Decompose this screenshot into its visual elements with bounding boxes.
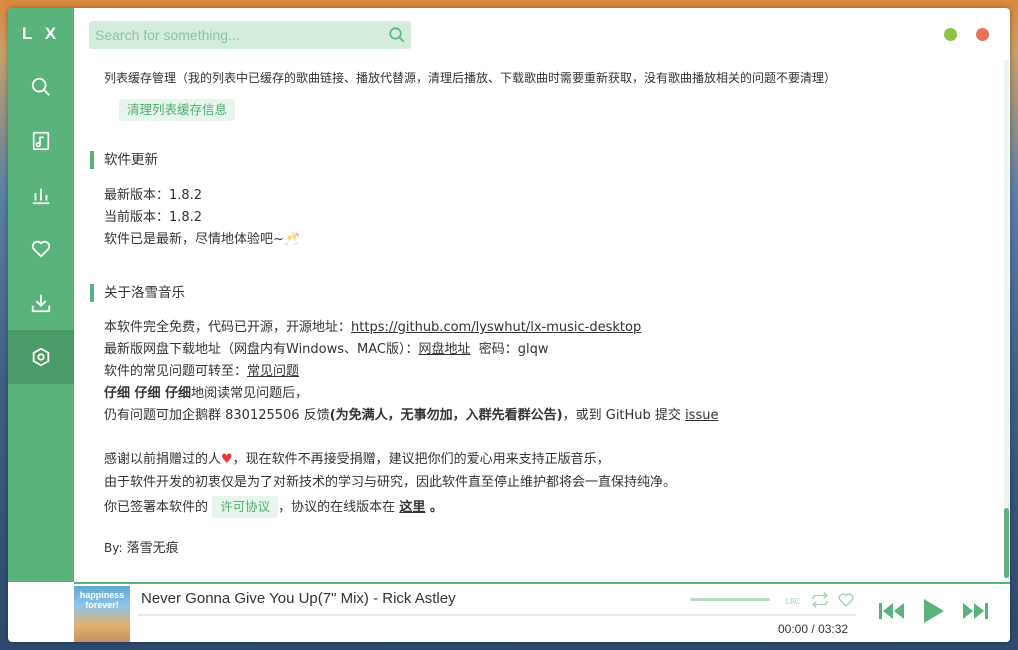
license-line: 你已签署本软件的 许可协议 ，协议的在线版本在 这里 。 — [104, 496, 443, 518]
progress-bar[interactable] — [138, 614, 856, 616]
section-title-about: 关于洛雪音乐 — [90, 284, 185, 302]
app-logo: L X — [21, 24, 61, 43]
volume-slider[interactable] — [690, 598, 770, 601]
album-cover[interactable]: happiness forever! — [74, 586, 130, 642]
license-online-link[interactable]: 这里 — [399, 500, 425, 515]
github-link[interactable]: https://github.com/lyswhut/lx-music-desk… — [351, 320, 641, 335]
about-line-feedback: 仍有问题可加企鹅群 830125506 反馈(为免满人，无事勿加，入群先看群公告… — [104, 406, 718, 426]
sidebar-item-my-list[interactable] — [8, 222, 74, 276]
search-icon — [31, 77, 50, 96]
update-status: 软件已是最新，尽情地体验吧~🥂 — [104, 232, 301, 247]
license-text: 。 — [425, 500, 443, 515]
section-title-update: 软件更新 — [90, 151, 158, 169]
repeat-icon[interactable] — [811, 591, 829, 609]
issue-link[interactable]: issue — [685, 408, 718, 423]
sidebar-item-leaderboard[interactable] — [8, 168, 74, 222]
search-icon — [389, 27, 405, 43]
netdisk-link[interactable]: 网盘地址 — [419, 342, 471, 357]
music-file-icon — [32, 131, 50, 151]
settings-icon — [32, 347, 50, 367]
top-bar — [74, 8, 1010, 60]
sidebar-item-settings[interactable] — [8, 330, 74, 384]
author-line: By: 落雪无痕 — [104, 538, 179, 559]
bar-chart-icon — [32, 188, 50, 205]
scrollbar-thumb[interactable] — [1004, 508, 1009, 578]
close-button[interactable] — [976, 28, 989, 41]
player-bar: happiness forever! Never Gonna Give You … — [74, 582, 1010, 642]
previous-icon[interactable] — [877, 600, 907, 622]
lyrics-icon[interactable]: LRC — [785, 591, 803, 609]
sidebar: L X — [8, 8, 74, 582]
license-button[interactable]: 许可协议 — [212, 496, 279, 518]
cache-description: 列表缓存管理（我的列表中已缓存的歌曲链接、播放代替源，清理后播放、下载歌曲时需要… — [104, 71, 837, 85]
lrc-label: LRC — [786, 597, 800, 606]
track-title: Never Gonna Give You Up(7" Mix) - Rick A… — [141, 590, 456, 607]
sidebar-item-search[interactable] — [8, 60, 74, 114]
thanks-line-2: 由于软件开发的初衷仅是为了对新技术的学习与研究，因此软件直至停止维护都将会一直保… — [104, 475, 677, 490]
license-text: ，协议的在线版本在 — [278, 500, 400, 515]
thanks-text: 感谢以前捐赠过的人 — [104, 452, 222, 467]
careful-emphasis: 仔细 仔细 仔细 — [104, 386, 192, 401]
settings-content: 列表缓存管理（我的列表中已缓存的歌曲链接、播放代替源，清理后播放、下载歌曲时需要… — [74, 60, 1010, 582]
current-version: 当前版本：1.8.2 — [104, 210, 203, 225]
cover-text: happiness forever! — [79, 590, 125, 610]
minimize-button[interactable] — [944, 28, 957, 41]
search-box — [89, 21, 411, 49]
about-text: ，或到 GitHub 提交 — [562, 408, 686, 423]
search-input[interactable] — [89, 27, 383, 43]
author-name: 落雪无痕 — [126, 541, 179, 556]
time-separator: / — [811, 622, 815, 636]
clear-cache-button[interactable]: 清理列表缓存信息 — [119, 99, 236, 121]
sidebar-item-songlist[interactable] — [8, 114, 74, 168]
heart-icon — [31, 240, 51, 258]
play-time: 00:00 / 03:32 — [778, 622, 848, 636]
about-text: 最新版网盘下载地址（网盘内有Windows、MAC版）： — [104, 342, 419, 357]
thanks-text: ，现在软件不再接受捐赠，建议把你们的爱心用来支持正版音乐， — [232, 452, 610, 467]
about-line-source: 本软件完全免费，代码已开源，开源地址：https://github.com/ly… — [104, 318, 641, 338]
current-time: 00:00 — [778, 622, 809, 636]
search-button[interactable] — [383, 21, 411, 49]
next-icon[interactable] — [960, 600, 990, 622]
total-time: 03:32 — [818, 622, 849, 636]
scrollbar-track[interactable] — [1004, 60, 1009, 582]
about-line-faq: 软件的常见问题可转至：常见问题 — [104, 362, 299, 382]
favorite-icon[interactable] — [837, 591, 855, 609]
by-label: By: — [104, 541, 123, 555]
about-text: 仍有问题可加企鹅群 830125506 反馈 — [104, 408, 330, 423]
latest-version: 最新版本：1.8.2 — [104, 188, 203, 203]
play-icon[interactable] — [922, 597, 946, 625]
sidebar-item-download[interactable] — [8, 276, 74, 330]
netdisk-password: 密码：glqw — [478, 342, 549, 357]
thanks-line-1: 感谢以前捐赠过的人♥，现在软件不再接受捐赠，建议把你们的爱心用来支持正版音乐， — [104, 450, 610, 470]
faq-link[interactable]: 常见问题 — [247, 364, 299, 379]
group-notice: (为免满人，无事勿加，入群先看群公告) — [329, 408, 563, 423]
app-window: L X 列表缓存管理（我的列表中已缓存的歌曲链接、播放代替源 — [8, 8, 1010, 642]
about-line-netdisk: 最新版网盘下载地址（网盘内有Windows、MAC版）：网盘地址 密码：glqw — [104, 340, 549, 360]
about-line-careful: 仔细 仔细 仔细地阅读常见问题后， — [104, 384, 308, 404]
about-text: 软件的常见问题可转至： — [104, 364, 248, 379]
license-text: 你已签署本软件的 — [104, 500, 209, 515]
about-text: 本软件完全免费，代码已开源，开源地址： — [104, 320, 352, 335]
heart-icon: ♥ — [221, 452, 233, 467]
download-icon — [31, 294, 51, 313]
about-text: 地阅读常见问题后， — [191, 386, 309, 401]
